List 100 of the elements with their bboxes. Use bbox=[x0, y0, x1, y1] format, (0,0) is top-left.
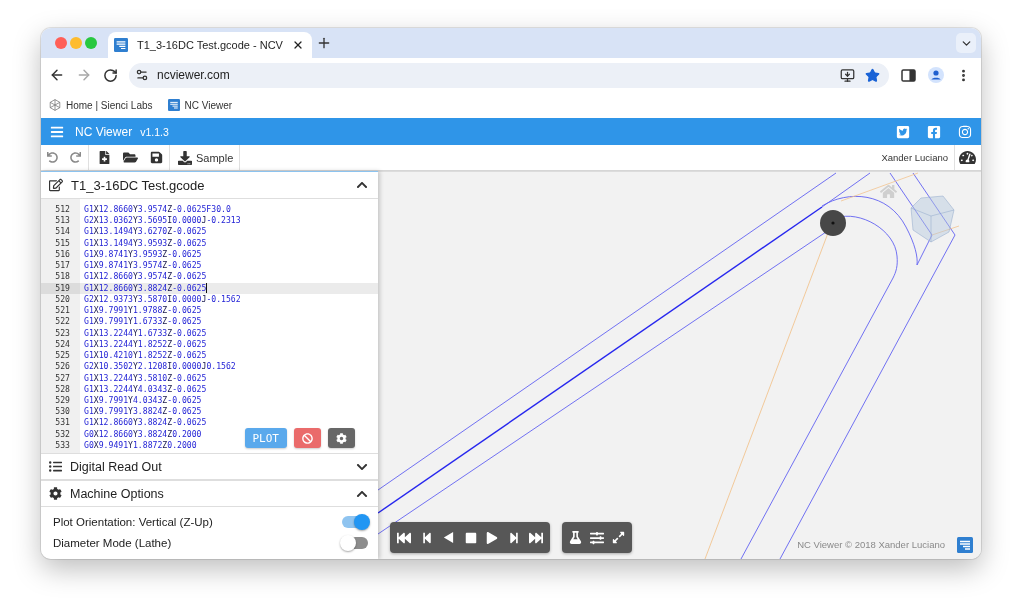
settings-icon bbox=[49, 487, 62, 500]
redo-icon[interactable] bbox=[70, 152, 81, 163]
edit-icon[interactable] bbox=[49, 178, 63, 192]
favicon-icon bbox=[114, 38, 128, 52]
user-name: Xander Luciano bbox=[881, 152, 949, 163]
panel-header[interactable]: Machine Options bbox=[41, 480, 378, 507]
toggle-switch[interactable] bbox=[340, 534, 370, 551]
list-icon bbox=[49, 460, 62, 473]
download-icon bbox=[178, 150, 192, 165]
line-number: 527 bbox=[54, 372, 71, 384]
line-number: 529 bbox=[54, 395, 71, 407]
hexagon-icon bbox=[49, 99, 61, 111]
step-back-icon[interactable] bbox=[420, 531, 433, 544]
line-number: 532 bbox=[54, 428, 71, 440]
line-number: 528 bbox=[54, 383, 71, 395]
facebook-icon[interactable] bbox=[927, 124, 941, 139]
gauge-icon[interactable] bbox=[959, 149, 976, 166]
line-number: 533 bbox=[54, 439, 71, 452]
toggle-switch[interactable] bbox=[340, 513, 370, 530]
monitor-download-icon[interactable] bbox=[840, 67, 855, 83]
settings-icon bbox=[336, 432, 347, 444]
code-text: G2X13.0362Y3.5695I0.0000J-0.2313 bbox=[83, 215, 241, 227]
code-text: G1X9.8741Y3.9574Z-0.0625 bbox=[83, 260, 202, 272]
code-text: G1X13.1494Y3.6270Z-0.0625 bbox=[83, 226, 207, 238]
code-text: G1X13.2244Y4.0343Z-0.0625 bbox=[83, 383, 207, 395]
text-caret-icon bbox=[206, 283, 208, 294]
address-field[interactable]: ncviewer.com bbox=[129, 62, 889, 88]
code-text: G1X13.1494Y3.9593Z-0.0625 bbox=[83, 237, 207, 249]
skip-to-end-icon[interactable] bbox=[529, 530, 543, 545]
code-text: G1X9.8741Y3.9593Z-0.0625 bbox=[83, 248, 202, 261]
line-number: 519 bbox=[41, 282, 80, 294]
save-icon[interactable] bbox=[150, 151, 163, 164]
code-text: G2X12.9373Y3.5870I0.0000J-0.1562 bbox=[83, 293, 241, 306]
sample-button[interactable]: Sample bbox=[178, 150, 234, 165]
bookmark-link[interactable]: Home | Sienci Labs bbox=[49, 99, 153, 111]
option-label: Plot Orientation: Vertical (Z-Up) bbox=[53, 515, 213, 528]
version-label: v1.1.3 bbox=[140, 125, 169, 138]
code-text: G1X13.2244Y1.6733Z-0.0625 bbox=[83, 327, 207, 339]
twitter-icon[interactable] bbox=[896, 124, 910, 139]
site-settings-icon[interactable] bbox=[135, 68, 149, 82]
menu-icon[interactable] bbox=[50, 124, 64, 139]
copyright-text: NC Viewer © 2018 Xander Luciano bbox=[797, 539, 945, 550]
code-text: G1X13.2244Y1.8252Z-0.0625 bbox=[83, 338, 207, 351]
ban-icon bbox=[302, 432, 313, 444]
new-file-icon[interactable] bbox=[98, 151, 111, 164]
line-number: 526 bbox=[54, 361, 71, 373]
line-number: 522 bbox=[54, 316, 71, 328]
chevron-up-icon[interactable] bbox=[356, 179, 368, 191]
line-number: 530 bbox=[54, 406, 71, 418]
line-number: 517 bbox=[54, 260, 71, 272]
line-number: 520 bbox=[54, 293, 71, 306]
line-number: 516 bbox=[54, 248, 71, 261]
expand-icon[interactable] bbox=[612, 531, 625, 544]
favicon-icon bbox=[167, 99, 180, 111]
code-text: G2X10.3502Y2.1208I0.0000J0.1562 bbox=[83, 361, 236, 373]
flask-icon[interactable] bbox=[569, 531, 582, 544]
stop-icon[interactable] bbox=[464, 531, 477, 544]
code-text: G1X9.7991Y1.9788Z-0.0625 bbox=[83, 305, 202, 317]
undo-icon[interactable] bbox=[47, 152, 58, 163]
code-text: G1X9.7991Y4.0343Z-0.0625 bbox=[83, 395, 202, 407]
line-number: 525 bbox=[54, 350, 71, 362]
file-panel-header[interactable]: T1_3-16DC Test.gcode bbox=[41, 171, 378, 199]
code-text: G0X9.9491Y1.8872Z0.2000 bbox=[83, 439, 197, 452]
line-number: 518 bbox=[54, 271, 71, 283]
code-text: G1X12.8660Y3.8824Z-0.0625 bbox=[83, 282, 207, 294]
tool-marker-icon bbox=[820, 210, 846, 236]
line-number: 521 bbox=[54, 305, 71, 317]
line-number: 513 bbox=[54, 215, 71, 227]
code-text: G1X13.2244Y3.5810Z-0.0625 bbox=[83, 372, 207, 384]
tab-menu-button[interactable] bbox=[956, 33, 976, 53]
code-text: G0X12.8660Y3.8824Z0.2000 bbox=[83, 428, 202, 440]
reload-icon[interactable] bbox=[103, 67, 118, 83]
line-number: 515 bbox=[54, 237, 71, 249]
code-text: G1X12.8660Y3.8824Z-0.0625 bbox=[83, 417, 207, 429]
line-number: 512 bbox=[54, 204, 71, 216]
sliders-icon[interactable] bbox=[590, 530, 604, 545]
code-text: G1X12.8660Y3.9574Z-0.0625 bbox=[83, 271, 207, 283]
line-number: 523 bbox=[54, 327, 71, 339]
code-text: G1X9.7991Y1.6733Z-0.0625 bbox=[83, 316, 202, 328]
code-text: G1X10.4210Y1.8252Z-0.0625 bbox=[83, 350, 207, 362]
profile-icon[interactable] bbox=[928, 67, 944, 83]
star-icon[interactable] bbox=[865, 67, 880, 83]
panel-header[interactable]: Digital Read Out bbox=[41, 453, 378, 480]
cancel-button[interactable] bbox=[294, 428, 321, 448]
bookmark-link[interactable]: NC Viewer bbox=[167, 99, 233, 111]
step-forward-icon[interactable] bbox=[507, 531, 520, 544]
line-number: 531 bbox=[54, 417, 71, 429]
line-number: 524 bbox=[54, 338, 71, 351]
browser-tab[interactable]: T1_3-16DC Test.gcode - NCV bbox=[108, 32, 312, 58]
instagram-icon[interactable] bbox=[958, 124, 972, 139]
side-panel-icon[interactable] bbox=[901, 68, 916, 82]
app-title: NC Viewer bbox=[75, 124, 133, 139]
play-reverse-icon[interactable] bbox=[442, 531, 455, 544]
play-icon[interactable] bbox=[486, 531, 498, 544]
open-folder-icon[interactable] bbox=[123, 150, 138, 165]
code-text: G1X12.8660Y3.9574Z-0.0625F30.0 bbox=[83, 204, 231, 216]
skip-to-start-icon[interactable] bbox=[397, 530, 411, 545]
code-text: G1X9.7991Y3.8824Z-0.0625 bbox=[83, 406, 202, 418]
app-logo-icon bbox=[957, 537, 973, 553]
settings-button[interactable] bbox=[328, 428, 355, 448]
